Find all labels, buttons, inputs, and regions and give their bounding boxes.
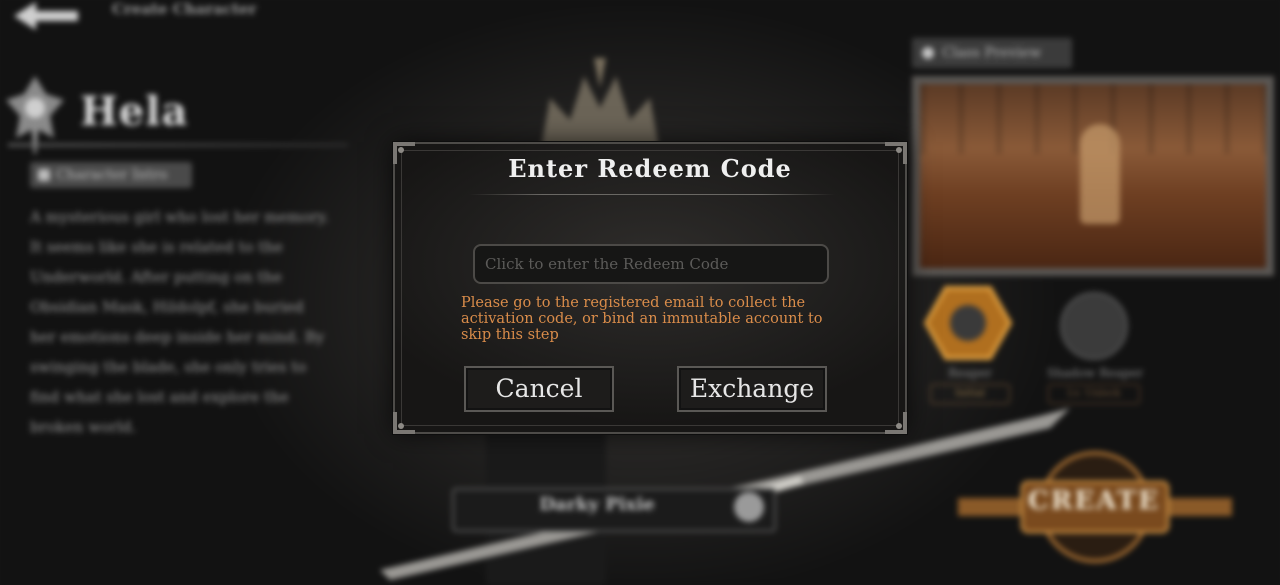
redeem-code-input[interactable] [473, 244, 829, 284]
activation-notice: Please go to the registered email to col… [461, 295, 823, 343]
tab-class-preview[interactable]: Class Preview [912, 38, 1072, 68]
title-divider [469, 194, 835, 195]
skill-name: Reaper [948, 366, 992, 380]
intro-tab-icon [38, 169, 50, 181]
dialog-title: Enter Redeem Code [508, 154, 792, 183]
preview-tab-icon [922, 47, 934, 59]
tab-character-intro[interactable]: Character Intro [30, 162, 192, 188]
next-outfit-button[interactable] [734, 492, 764, 522]
cancel-button[interactable]: Cancel [464, 366, 614, 412]
ornament-corner-icon [885, 412, 907, 434]
redeem-code-dialog: Enter Redeem Code Please go to the regis… [393, 142, 907, 434]
name-divider [8, 144, 348, 146]
topbar-title: Create Character [112, 0, 257, 18]
preview-tab-label: Class Preview [942, 45, 1042, 61]
back-arrow-icon[interactable] [10, 0, 82, 34]
class-preview-image [920, 84, 1266, 268]
skill-icon[interactable] [924, 286, 1012, 360]
class-preview-frame [912, 76, 1274, 276]
intro-tab-label: Character Intro [56, 167, 168, 183]
ornament-corner-icon [393, 412, 415, 434]
outfit-label: Darky Pixie [539, 494, 655, 515]
character-name: Hela [80, 88, 189, 135]
exchange-button[interactable]: Exchange [677, 366, 827, 412]
skill-name: Shadow Reaper [1047, 366, 1143, 380]
character-description: A mysterious girl who lost her memory. I… [30, 208, 330, 436]
create-button[interactable]: CREATE [1024, 486, 1164, 516]
skill-icon[interactable] [1060, 292, 1128, 360]
